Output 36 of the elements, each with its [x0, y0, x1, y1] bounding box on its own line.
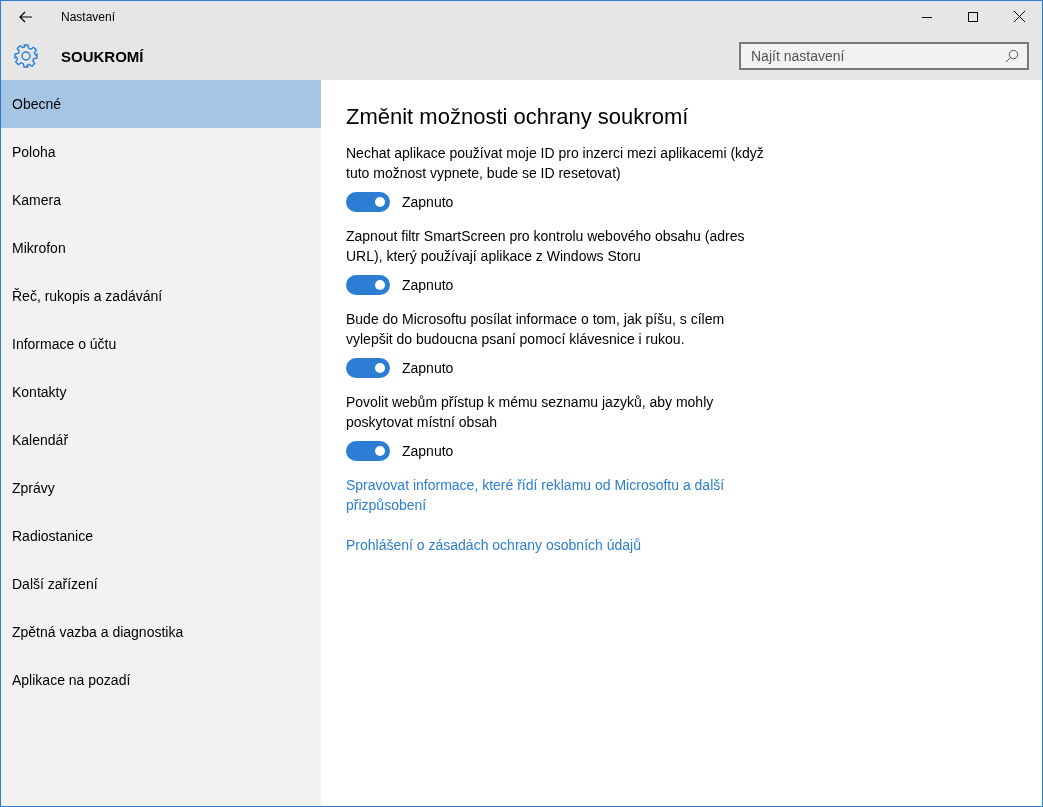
toggle-state-label: Zapnuto	[402, 360, 454, 376]
toggle-state-label: Zapnuto	[402, 443, 454, 459]
sidebar-item[interactable]: Mikrofon	[1, 224, 321, 272]
sidebar-item[interactable]: Řeč, rukopis a zadávání	[1, 272, 321, 320]
page-title: SOUKROMÍ	[61, 47, 144, 65]
window-title: Nastavení	[61, 9, 116, 24]
toggle-state-label: Zapnuto	[402, 194, 454, 210]
sidebar-item[interactable]: Kalendář	[1, 416, 321, 464]
sidebar-item[interactable]: Radiostanice	[1, 512, 321, 560]
link[interactable]: Prohlášení o zásadách ochrany osobních údajů	[346, 535, 786, 555]
toggle-switch[interactable]	[346, 192, 390, 212]
sidebar-item[interactable]: Informace o účtu	[1, 320, 321, 368]
link[interactable]: Spravovat informace, které řídí reklamu od Microsoftu a další přizpůsobení	[346, 475, 786, 515]
toggle-switch[interactable]	[346, 441, 390, 461]
search-icon	[1005, 49, 1019, 63]
toggle-switch[interactable]	[346, 275, 390, 295]
toggle-switch[interactable]	[346, 358, 390, 378]
toggle-state-label: Zapnuto	[402, 277, 454, 293]
close-icon[interactable]	[1014, 11, 1025, 22]
sidebar-item[interactable]: Obecné	[1, 80, 321, 128]
setting-description: Zapnout filtr SmartScreen pro kontrolu webového obsahu (adres URL), který používají aplikace z Windows Storu	[346, 227, 746, 266]
maximize-icon[interactable]	[968, 11, 978, 22]
sidebar-item[interactable]: Kontakty	[1, 368, 321, 416]
sidebar-item[interactable]: Poloha	[1, 128, 321, 176]
setting-description: Povolit webům přístup k mému seznamu jazyků, aby mohly poskytovat místní obsah	[346, 393, 715, 432]
gear-icon	[13, 43, 39, 69]
sidebar-item[interactable]: Zpětná vazba a diagnostika	[1, 608, 321, 656]
search-field[interactable]: Najít nastavení	[739, 42, 1029, 70]
sidebar-item[interactable]: Další zařízení	[1, 560, 321, 608]
back-arrow-icon[interactable]	[19, 10, 33, 23]
sidebar-item[interactable]: Aplikace na pozadí	[1, 656, 321, 704]
sidebar-item[interactable]: Kamera	[1, 176, 321, 224]
setting-description: Bude do Microsoftu posílat informace o tom, jak píšu, s cílem vylepšit do budoucna psaní pomocí klávesnice i rukou.	[346, 310, 726, 349]
section-heading: Změnit možnosti ochrany soukromí	[346, 104, 690, 130]
sidebar-item[interactable]: Zprávy	[1, 464, 321, 512]
setting-description: Nechat aplikace používat moje ID pro inzerci mezi aplikacemi (když tuto možnost vypnete, bude se ID resetovat)	[346, 144, 765, 183]
